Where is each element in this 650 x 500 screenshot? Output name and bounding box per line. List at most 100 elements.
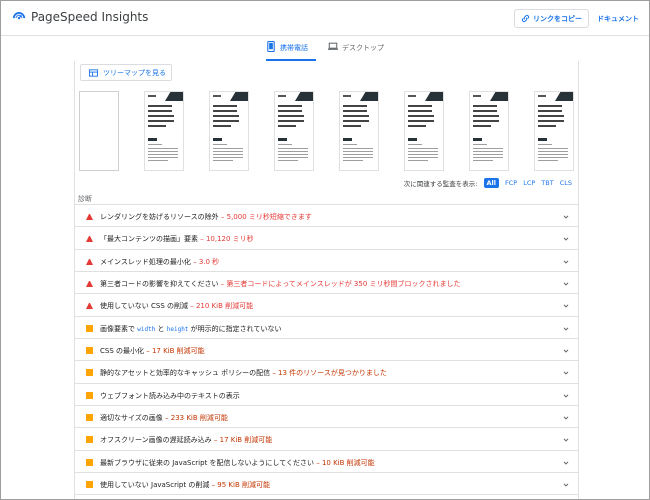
audit-row[interactable]: レンダリングを妨げるリソースの除外 – 5,000 ミリ秒短縮できます [75,205,578,228]
chevron-down-icon[interactable] [563,326,569,332]
filter-lcp[interactable]: LCP [523,179,535,187]
filmstrip-frame [469,91,509,171]
audit-row[interactable]: 使用していない CSS の削減 – 210 KiB 削減可能 [75,294,578,317]
chevron-down-icon[interactable] [563,236,569,242]
audit-row[interactable]: 最新ブラウザに従来の JavaScript を配信しないようにしてください – … [75,451,578,474]
fail-triangle-icon [86,280,93,288]
treemap-label: ツリーマップを見る [103,68,166,77]
filter-tbt[interactable]: TBT [541,179,553,187]
average-square-icon [86,481,93,489]
audit-title-text: オフスクリーン画像の遅延読み込み [100,436,212,445]
audit-title: 最新ブラウザに従来の JavaScript を配信しないようにしてください – … [100,458,375,468]
copy-link-button[interactable]: リンクをコピー [514,9,589,28]
average-square-icon [86,324,93,332]
chevron-down-icon[interactable] [563,415,569,421]
chevron-down-icon[interactable] [563,348,569,354]
audit-row[interactable]: 画像要素で width と height が明示的に指定されていない [75,317,578,340]
audit-title: 第三者コードの影響を抑えてください – 第三者コードによってメインスレッドが 3… [100,279,461,289]
diagnostics-list: レンダリングを妨げるリソースの除外 – 5,000 ミリ秒短縮できます 「最大コン… [75,205,578,496]
chevron-down-icon[interactable] [563,281,569,287]
audit-savings: 10,120 ミリ秒 [205,235,254,244]
treemap-button[interactable]: ツリーマップを見る [80,64,172,81]
average-square-icon [86,369,93,377]
audit-separator: – [162,414,171,423]
audit-title-part: 画像要素で [100,324,138,333]
audit-title: CSS の最小化 – 17 KiB 削減可能 [100,346,205,356]
fail-triangle-icon [86,302,93,310]
fail-triangle-icon [86,213,93,220]
tab-desktop-label: デスクトップ [342,44,384,52]
device-tabs: 携帯電話 デスクトップ [1,37,649,61]
audit-title-text: レンダリングを妨げるリソースの除外 [100,213,219,221]
filmstrip-frame [274,91,314,171]
audit-title: 使用していない JavaScript の削減 – 95 KiB 削減可能 [100,480,270,490]
audit-code: width [137,325,156,333]
audit-title-text: 最新ブラウザに従来の JavaScript を配信しないようにしてください [100,458,314,467]
chevron-down-icon[interactable] [563,214,569,220]
chevron-down-icon[interactable] [563,303,569,309]
chevron-down-icon[interactable] [563,393,569,399]
laptop-icon [328,42,338,50]
audit-row[interactable]: メインスレッド処理の最小化 – 3.0 秒 [75,250,578,273]
audit-separator: – [313,458,322,467]
average-square-icon [86,391,93,399]
audit-separator: – [270,369,279,378]
pagespeed-logo-icon [12,12,26,20]
filter-all[interactable]: All [483,178,499,188]
audit-row[interactable]: 適切なサイズの画像 – 233 KiB 削減可能 [75,406,578,429]
audit-row[interactable]: オフスクリーン画像の遅延読み込み – 17 KiB 削減可能 [75,428,578,451]
audit-row[interactable]: ウェブフォント読み込み中のテキストの表示 [75,384,578,407]
filmstrip-frame [339,91,379,171]
audit-savings: 13 件のリソースが見つかりました [278,369,387,378]
chevron-down-icon[interactable] [563,370,569,376]
audit-row[interactable]: 静的なアセットと効率的なキャッシュ ポリシーの配信 – 13 件のリソースが見つ… [75,361,578,384]
copy-link-label: リンクをコピー [533,14,582,23]
filter-cls[interactable]: CLS [560,179,572,187]
chevron-down-icon[interactable] [563,460,569,466]
chevron-down-icon[interactable] [563,259,569,265]
audit-savings: 210 KiB 削減可能 [195,302,254,311]
audit-row[interactable]: 使用していない JavaScript の削減 – 95 KiB 削減可能 [75,473,578,496]
audit-title: 適切なサイズの画像 – 233 KiB 削減可能 [100,413,228,423]
audit-row[interactable]: CSS の最小化 – 17 KiB 削減可能 [75,339,578,362]
audit-title: メインスレッド処理の最小化 – 3.0 秒 [100,257,219,267]
audit-title-text: 静的なアセットと効率的なキャッシュ ポリシーの配信 [100,369,271,378]
fail-triangle-icon [86,235,93,243]
audit-separator: – [211,436,220,445]
filmstrip-frame [209,91,249,171]
audit-filter: 次に関連する監査を表示: All FCP LCP TBT CLS [404,178,572,188]
audit-row[interactable]: 「最大コンテンツの描画」要素 – 10,120 ミリ秒 [75,227,578,250]
audit-savings: 17 KiB 削減可能 [219,436,273,445]
audit-savings: 233 KiB 削減可能 [170,414,228,423]
filmstrip-frame [144,91,184,171]
brand-name: PageSpeed Insights [31,10,149,24]
audit-savings: 10 KiB 削減可能 [321,458,375,467]
filmstrip [79,91,577,171]
audit-title: レンダリングを妨げるリソースの除外 – 5,000 ミリ秒短縮できます [100,212,312,222]
audit-title-text: 適切なサイズの画像 [100,414,163,423]
page: PageSpeed Insights リンクをコピー ドキュメント 携帯電話 デ… [0,0,650,500]
audit-separator: – [198,235,206,244]
audit-title-text: メインスレッド処理の最小化 [100,257,191,266]
docs-link[interactable]: ドキュメント [597,14,639,24]
audit-title-text: 「最大コンテンツの描画」要素 [100,235,198,244]
chevron-down-icon[interactable] [563,437,569,443]
audit-savings: 5,000 ミリ秒短縮できます [226,213,312,221]
average-square-icon [86,436,93,444]
average-square-icon [86,414,93,422]
chevron-down-icon[interactable] [563,482,569,488]
audit-title: 画像要素で width と height が明示的に指定されていない [100,324,281,334]
audit-title-text: CSS の最小化 [100,347,144,356]
tab-mobile[interactable]: 携帯電話 [266,41,316,61]
filter-fcp[interactable]: FCP [505,179,517,187]
tab-desktop[interactable]: デスクトップ [328,41,384,61]
filmstrip-frame [404,91,444,171]
report-card: ツリーマップを見る 次に関連する監査を表示: All FCP LCP TBT C… [74,61,579,499]
average-square-icon [86,347,93,355]
audit-savings: 17 KiB 削減可能 [151,347,205,356]
audit-row[interactable]: 第三者コードの影響を抑えてください – 第三者コードによってメインスレッドが 3… [75,272,578,295]
treemap-icon [89,68,98,77]
filmstrip-frame [79,91,119,171]
audit-title-part: と [155,324,167,333]
audit-title: ウェブフォント読み込み中のテキストの表示 [100,391,240,401]
